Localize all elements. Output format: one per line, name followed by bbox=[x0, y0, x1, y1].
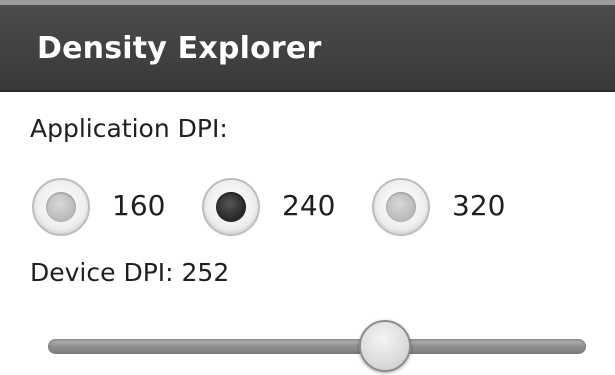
radio-button-240[interactable] bbox=[202, 178, 260, 236]
slider-thumb[interactable] bbox=[359, 320, 412, 372]
radio-indicator-160 bbox=[46, 192, 76, 222]
radio-button-160[interactable] bbox=[32, 178, 90, 236]
device-dpi-slider[interactable] bbox=[48, 320, 586, 374]
device-dpi-label: Device DPI: 252 bbox=[30, 258, 230, 287]
application-dpi-radio-group: 160 240 320 bbox=[0, 176, 615, 240]
radio-indicator-320 bbox=[386, 192, 416, 222]
radio-label-320[interactable]: 320 bbox=[452, 189, 505, 223]
app-title: Density Explorer bbox=[37, 31, 322, 66]
radio-label-240[interactable]: 240 bbox=[282, 189, 335, 223]
application-dpi-label: Application DPI: bbox=[30, 114, 228, 143]
slider-track[interactable] bbox=[48, 339, 586, 354]
radio-button-320[interactable] bbox=[372, 178, 430, 236]
radio-label-160[interactable]: 160 bbox=[112, 189, 165, 223]
radio-indicator-240 bbox=[216, 192, 246, 222]
title-bar: Density Explorer bbox=[0, 0, 615, 92]
